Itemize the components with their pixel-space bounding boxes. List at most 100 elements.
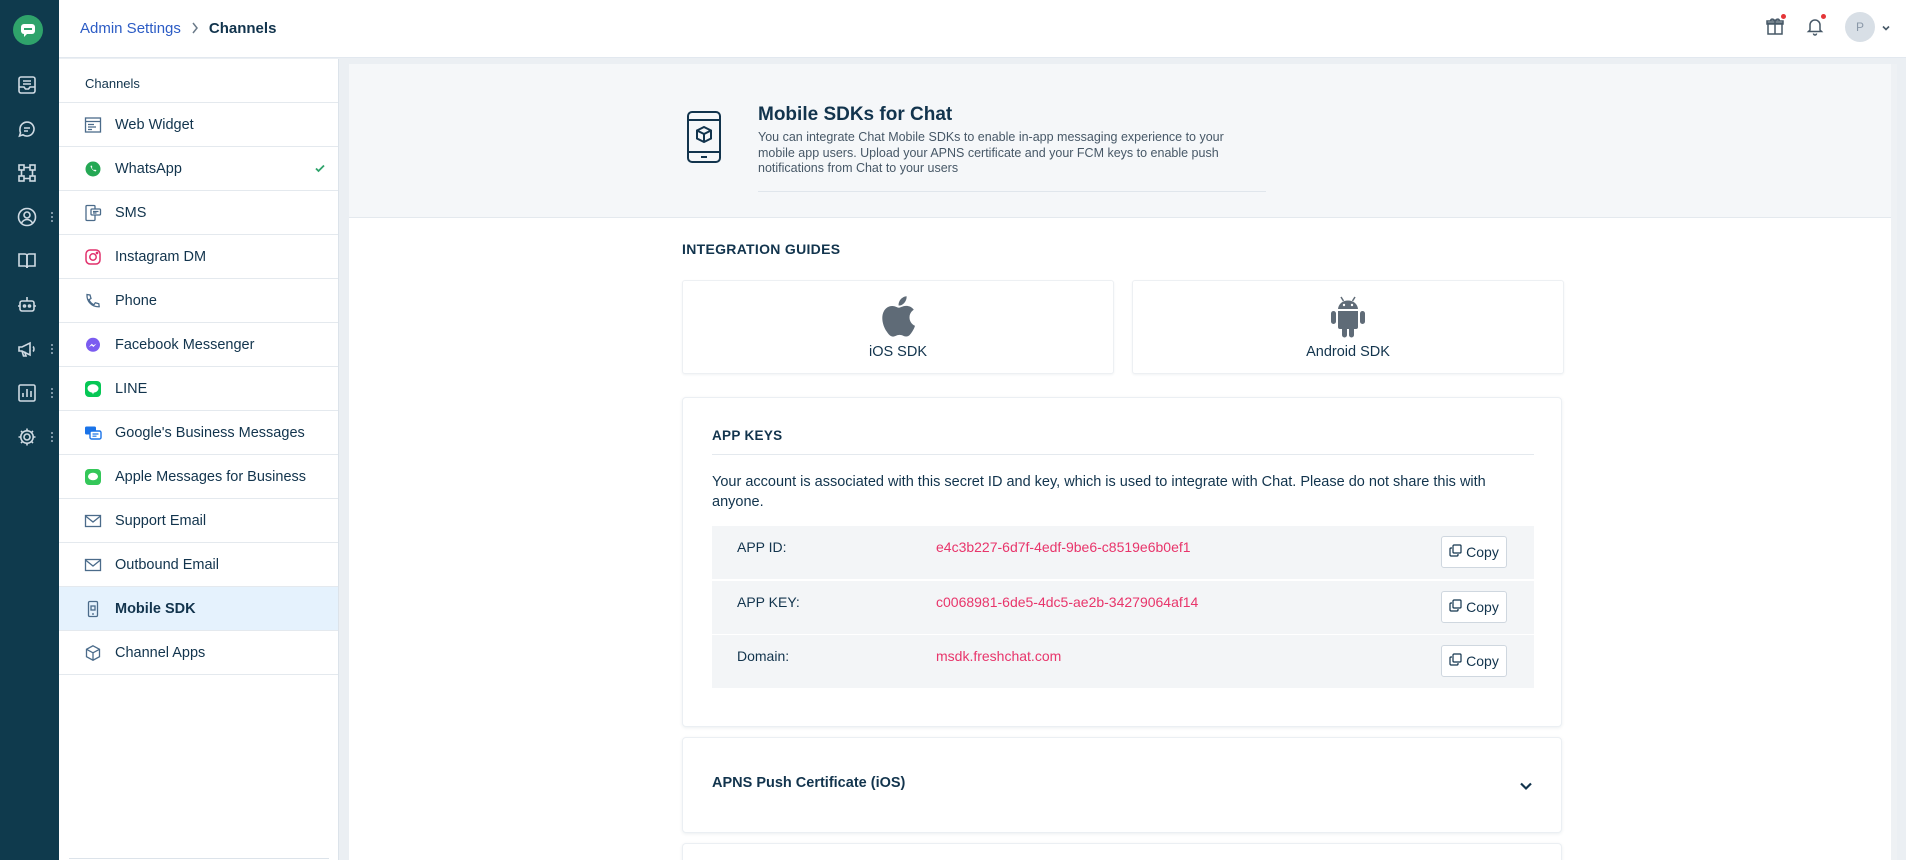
scrollbar[interactable] <box>1891 64 1897 860</box>
channel-apps-icon <box>84 644 102 662</box>
page-title: Mobile SDKs for Chat <box>758 104 953 125</box>
sidebar-item-label: Apple Messages for Business <box>115 468 307 485</box>
chevron-right-icon <box>191 21 199 37</box>
settings-icon[interactable] <box>14 424 40 450</box>
check-icon <box>314 161 326 179</box>
sidebar-item-mobile-sdk[interactable]: Mobile SDK <box>59 587 338 631</box>
sidebar-item-label: Web Widget <box>115 116 194 133</box>
copy-app-id-button[interactable]: Copy <box>1441 536 1507 568</box>
web-widget-icon <box>84 116 102 134</box>
copy-icon <box>1449 653 1462 669</box>
apns-title: APNS Push Certificate (iOS) <box>712 775 906 791</box>
chevron-down-icon[interactable] <box>1881 20 1891 38</box>
messenger-icon <box>84 336 102 354</box>
whatsapp-icon <box>84 160 102 178</box>
sidebar-item-outbound-email[interactable]: Outbound Email <box>59 543 338 587</box>
sidebar-item-google-business-messages[interactable]: Google's Business Messages <box>59 411 338 455</box>
breadcrumb-current: Channels <box>208 20 277 37</box>
android-icon <box>1329 295 1367 344</box>
sidebar-item-label: Phone <box>115 292 157 309</box>
main-content: Mobile SDKs for Chat You can integrate C… <box>349 64 1897 860</box>
domain-row: Domain: msdk.freshchat.com Copy <box>712 635 1534 689</box>
email-icon <box>84 556 102 574</box>
app-key-row: APP KEY: c0068981-6de5-4dc5-ae2b-3427906… <box>712 581 1534 635</box>
sidebar-item-line[interactable]: LINE <box>59 367 338 411</box>
breadcrumb-admin-settings[interactable]: Admin Settings <box>80 20 181 37</box>
divider <box>712 454 1534 455</box>
hero-banner: Mobile SDKs for Chat You can integrate C… <box>349 64 1897 218</box>
bot-icon[interactable] <box>14 292 40 318</box>
settings-more-icon[interactable] <box>50 430 54 444</box>
sidebar-item-instagram-dm[interactable]: Instagram DM <box>59 235 338 279</box>
app-keys-description: Your account is associated with this sec… <box>712 474 1486 510</box>
reports-icon[interactable] <box>14 380 40 406</box>
apns-accordion[interactable]: APNS Push Certificate (iOS) <box>682 737 1562 833</box>
apple-icon <box>880 295 916 342</box>
next-accordion[interactable] <box>682 843 1562 860</box>
key-label: APP KEY: <box>737 594 800 610</box>
sidebar-item-facebook-messenger[interactable]: Facebook Messenger <box>59 323 338 367</box>
inbox-icon[interactable] <box>14 72 40 98</box>
sidebar-item-label: Google's Business Messages <box>115 424 305 441</box>
sidebar-item-support-email[interactable]: Support Email <box>59 499 338 543</box>
copy-icon <box>1449 544 1462 560</box>
instagram-icon <box>84 248 102 266</box>
channels-panel: Channels Web Widget WhatsApp SMS Instagr… <box>59 59 339 860</box>
google-business-messages-icon <box>84 424 102 442</box>
gift-icon[interactable] <box>1763 14 1787 38</box>
app-keys-title: APP KEYS <box>712 428 783 443</box>
copy-label: Copy <box>1466 544 1499 560</box>
copy-icon <box>1449 599 1462 615</box>
sidebar-item-apple-messages[interactable]: Apple Messages for Business <box>59 455 338 499</box>
knowledge-base-icon[interactable] <box>14 248 40 274</box>
sidebar-item-label: Instagram DM <box>115 248 207 265</box>
ios-sdk-card[interactable]: iOS SDK <box>682 280 1114 374</box>
sidebar-item-sms[interactable]: SMS <box>59 191 338 235</box>
chevron-down-icon[interactable] <box>1519 778 1533 796</box>
breadcrumb: Admin Settings Channels <box>80 20 276 37</box>
conversations-icon[interactable] <box>14 116 40 142</box>
app-id-value: e4c3b227-6d7f-4edf-9be6-c8519e6b0ef1 <box>936 539 1191 555</box>
sidebar-item-whatsapp[interactable]: WhatsApp <box>59 147 338 191</box>
top-header: Admin Settings Channels P <box>59 0 1906 58</box>
sidebar-item-label: SMS <box>115 204 147 221</box>
campaigns-more-icon[interactable] <box>50 342 54 356</box>
channel-list: Web Widget WhatsApp SMS Instagram DM Pho… <box>59 102 338 675</box>
app-rail <box>0 0 59 860</box>
copy-domain-button[interactable]: Copy <box>1441 645 1507 677</box>
sms-icon <box>84 204 102 222</box>
reports-more-icon[interactable] <box>50 386 54 400</box>
sidebar-item-label: WhatsApp <box>115 160 182 177</box>
sidebar-item-label: Support Email <box>115 512 207 529</box>
android-sdk-label: Android SDK <box>1306 344 1390 360</box>
apple-messages-icon <box>84 468 102 486</box>
panel-title: Channels <box>85 76 140 91</box>
contacts-more-icon[interactable] <box>50 210 54 224</box>
workflows-icon[interactable] <box>14 160 40 186</box>
app-key-value: c0068981-6de5-4dc5-ae2b-34279064af14 <box>936 594 1199 610</box>
avatar-initial: P <box>1855 20 1864 34</box>
ios-sdk-label: iOS SDK <box>868 344 927 360</box>
bell-icon[interactable] <box>1803 14 1827 38</box>
sidebar-item-channel-apps[interactable]: Channel Apps <box>59 631 338 675</box>
copy-label: Copy <box>1466 599 1499 615</box>
avatar[interactable]: P <box>1845 12 1875 42</box>
chat-logo-icon[interactable] <box>13 15 43 45</box>
campaigns-icon[interactable] <box>14 336 40 362</box>
android-sdk-card[interactable]: Android SDK <box>1132 280 1564 374</box>
key-label: Domain: <box>737 648 790 664</box>
sidebar-item-web-widget[interactable]: Web Widget <box>59 103 338 147</box>
mobile-sdk-icon <box>686 110 722 164</box>
key-label: APP ID: <box>737 539 787 555</box>
notification-dot <box>1781 14 1786 19</box>
line-icon <box>84 380 102 398</box>
mobile-sdk-icon <box>84 600 102 618</box>
sidebar-item-label: Outbound Email <box>115 556 219 573</box>
app-id-row: APP ID: e4c3b227-6d7f-4edf-9be6-c8519e6b… <box>712 526 1534 580</box>
contacts-icon[interactable] <box>14 204 40 230</box>
notification-dot <box>1821 14 1826 19</box>
copy-app-key-button[interactable]: Copy <box>1441 591 1507 623</box>
sidebar-item-phone[interactable]: Phone <box>59 279 338 323</box>
sidebar-item-label: Mobile SDK <box>115 600 196 617</box>
copy-label: Copy <box>1466 653 1499 669</box>
